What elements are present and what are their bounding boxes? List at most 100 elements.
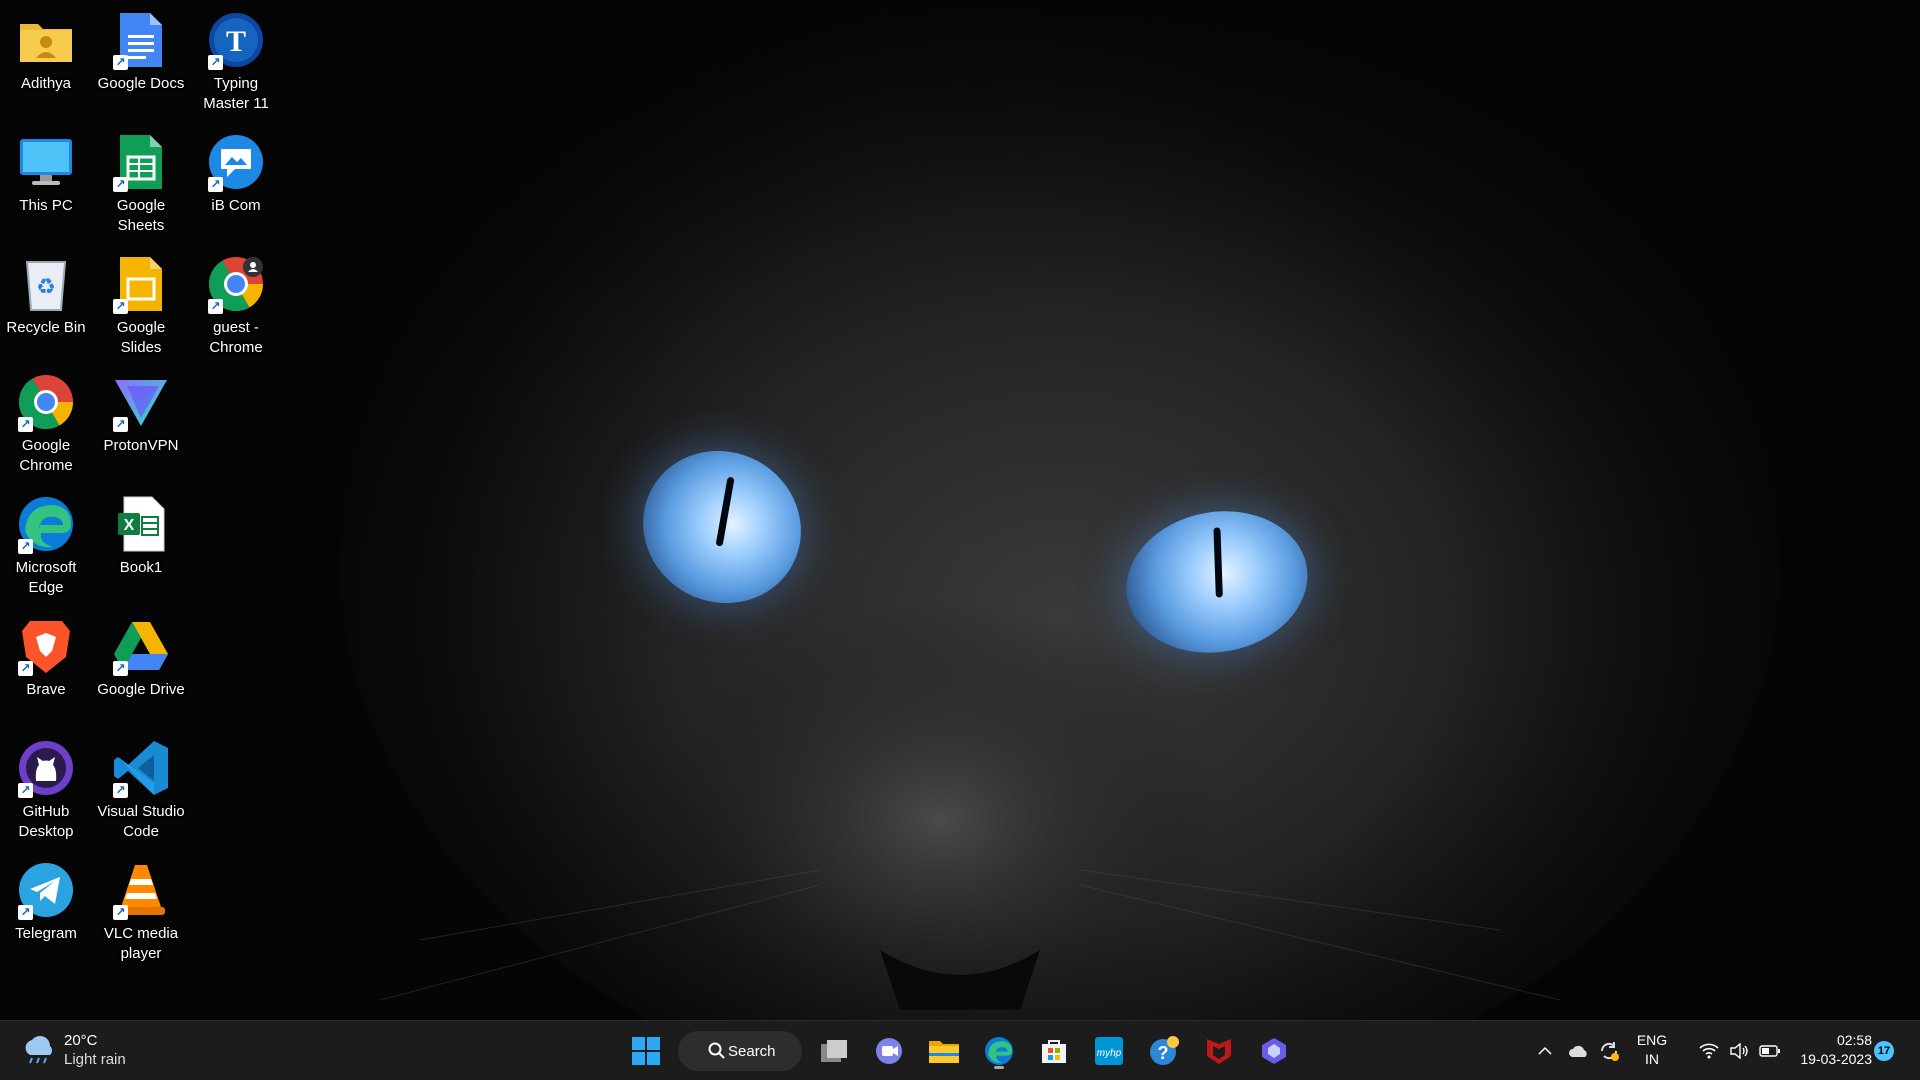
battery-icon: [1759, 1045, 1780, 1057]
vlc-icon: ↗: [111, 860, 171, 920]
start-icon: [632, 1037, 660, 1065]
myhp-button[interactable]: myhp: [1089, 1031, 1129, 1071]
edge-taskbar-button[interactable]: [979, 1031, 1019, 1071]
icon-label: Recycle Bin: [6, 319, 86, 336]
desktop-icon-typing-master[interactable]: T ↗ Typing Master 11: [190, 10, 282, 114]
wifi-icon: [1699, 1043, 1719, 1059]
mcafee-button[interactable]: [1199, 1031, 1239, 1071]
cat-silhouette: [340, 0, 1780, 1020]
desktop-icon-telegram[interactable]: ↗ Telegram: [0, 860, 92, 944]
desktop-wallpaper: [0, 0, 1920, 1020]
icon-label: ProtonVPN: [103, 437, 179, 454]
icon-label: iB Com: [211, 197, 261, 214]
desktop-icon-google-slides[interactable]: ↗ Google Slides: [95, 254, 187, 358]
github-icon: ↗: [16, 738, 76, 798]
icon-label: Google Chrome: [19, 437, 73, 474]
desktop-icon-guest-chrome[interactable]: ↗ guest - Chrome: [190, 254, 282, 358]
icon-label: Typing Master 11: [203, 75, 269, 112]
desktop-icon-brave[interactable]: ↗ Brave: [0, 616, 92, 700]
chevron-up-icon: [1538, 1046, 1552, 1055]
chrome-icon: ↗: [16, 372, 76, 432]
icon-label: Adithya: [20, 75, 72, 92]
input-language-indicator[interactable]: ENG IN: [1632, 1031, 1672, 1069]
icon-label: GitHub Desktop: [18, 803, 74, 840]
myhp-icon: myhp: [1095, 1037, 1123, 1065]
telegram-icon: ↗: [16, 860, 76, 920]
clock-date: 19-03-2023: [1800, 1051, 1872, 1067]
icon-label: Microsoft Edge: [15, 559, 77, 596]
svg-text:♻: ♻: [36, 275, 56, 300]
svg-text:X: X: [124, 517, 135, 534]
task-view-button[interactable]: [814, 1031, 854, 1071]
desktop-icon-github-desktop[interactable]: ↗ GitHub Desktop: [0, 738, 92, 842]
desktop-icon-google-sheets[interactable]: ↗ Google Sheets: [95, 132, 187, 236]
chrome-profile-icon: ↗: [206, 254, 266, 314]
protonvpn-icon: ↗: [111, 372, 171, 432]
start-button[interactable]: [626, 1031, 666, 1071]
sync-button[interactable]: [1594, 1031, 1624, 1071]
vscode-icon: ↗: [111, 738, 171, 798]
desktop-icon-microsoft-edge[interactable]: ↗ Microsoft Edge: [0, 494, 92, 598]
cloud-rain-icon: [25, 1036, 53, 1064]
icon-label: This PC: [19, 197, 73, 214]
microsoft-store-icon: [1042, 1040, 1066, 1063]
weather-widget[interactable]: 20°C Light rain: [20, 1031, 126, 1069]
user-folder-icon: [16, 10, 76, 70]
google-docs-icon: ↗: [111, 10, 171, 70]
desktop-icon-adithya[interactable]: Adithya: [0, 10, 92, 94]
taskbar-search[interactable]: Search: [678, 1031, 802, 1071]
sync-icon: [1600, 1042, 1619, 1061]
svg-text:myhp: myhp: [1097, 1048, 1122, 1059]
icon-label: Google Docs: [97, 75, 185, 92]
onedrive-button[interactable]: [1564, 1031, 1594, 1071]
edge-icon: [985, 1037, 1013, 1065]
cloud-icon: [1569, 1045, 1587, 1057]
get-help-icon: ?: [1150, 1036, 1179, 1065]
svg-text:?: ?: [1158, 1043, 1169, 1063]
svg-text:T: T: [226, 25, 246, 58]
weather-condition: Light rain: [64, 1051, 126, 1068]
microsoft-store-button[interactable]: [1034, 1031, 1074, 1071]
icon-label: Visual Studio Code: [97, 803, 185, 840]
file-explorer-button[interactable]: [924, 1031, 964, 1071]
typing-master-icon: T ↗: [206, 10, 266, 70]
desktop-icon-vlc[interactable]: ↗ VLC media player: [95, 860, 187, 964]
icon-label: Google Slides: [116, 319, 166, 356]
mcafee-icon: [1207, 1039, 1231, 1064]
recycle-bin-icon: ♻: [16, 254, 76, 314]
google-sheets-icon: ↗: [111, 132, 171, 192]
teams-chat-icon: [876, 1038, 902, 1064]
language-code: ENG: [1636, 1032, 1668, 1048]
desktop-icon-vscode[interactable]: ↗ Visual Studio Code: [95, 738, 187, 842]
chat-image-icon: ↗: [206, 132, 266, 192]
desktop-icon-this-pc[interactable]: This PC: [0, 132, 92, 216]
google-slides-icon: ↗: [111, 254, 171, 314]
desktop-icon-book1[interactable]: X Book1: [95, 494, 187, 578]
notification-badge[interactable]: 17: [1874, 1041, 1894, 1061]
clock-time: 02:58: [1836, 1032, 1872, 1048]
excel-file-icon: X: [111, 494, 171, 554]
get-help-button[interactable]: ?: [1144, 1031, 1184, 1071]
task-view-icon: [821, 1040, 847, 1062]
brave-icon: ↗: [16, 616, 76, 676]
quick-settings-button[interactable]: [1680, 1031, 1800, 1071]
clock[interactable]: 02:58 19-03-2023: [1786, 1031, 1872, 1069]
monitor-icon: [16, 132, 76, 192]
desktop-icon-protonvpn[interactable]: ↗ ProtonVPN: [95, 372, 187, 456]
icon-label: Google Drive: [97, 681, 185, 698]
desktop-icon-google-drive[interactable]: ↗ Google Drive: [95, 616, 187, 700]
search-icon: [708, 1042, 725, 1059]
desktop-icon-google-chrome[interactable]: ↗ Google Chrome: [0, 372, 92, 476]
icon-label: Book1: [119, 559, 163, 576]
icon-label: Brave: [26, 681, 66, 698]
desktop-icon-ib-com[interactable]: ↗ iB Com: [190, 132, 282, 216]
teams-chat-button[interactable]: [869, 1031, 909, 1071]
desktop-icon-google-docs[interactable]: ↗ Google Docs: [95, 10, 187, 94]
desktop-icon-recycle-bin[interactable]: ♻ Recycle Bin: [0, 254, 92, 338]
running-indicator: [994, 1066, 1004, 1069]
show-hidden-icons-button[interactable]: [1530, 1031, 1560, 1071]
icon-label: VLC media player: [103, 925, 179, 962]
taskbar: 20°C Light rain Search myhp ? ENG IN 02:…: [0, 1020, 1920, 1080]
copilot-button[interactable]: [1254, 1031, 1294, 1071]
edge-icon: ↗: [16, 494, 76, 554]
